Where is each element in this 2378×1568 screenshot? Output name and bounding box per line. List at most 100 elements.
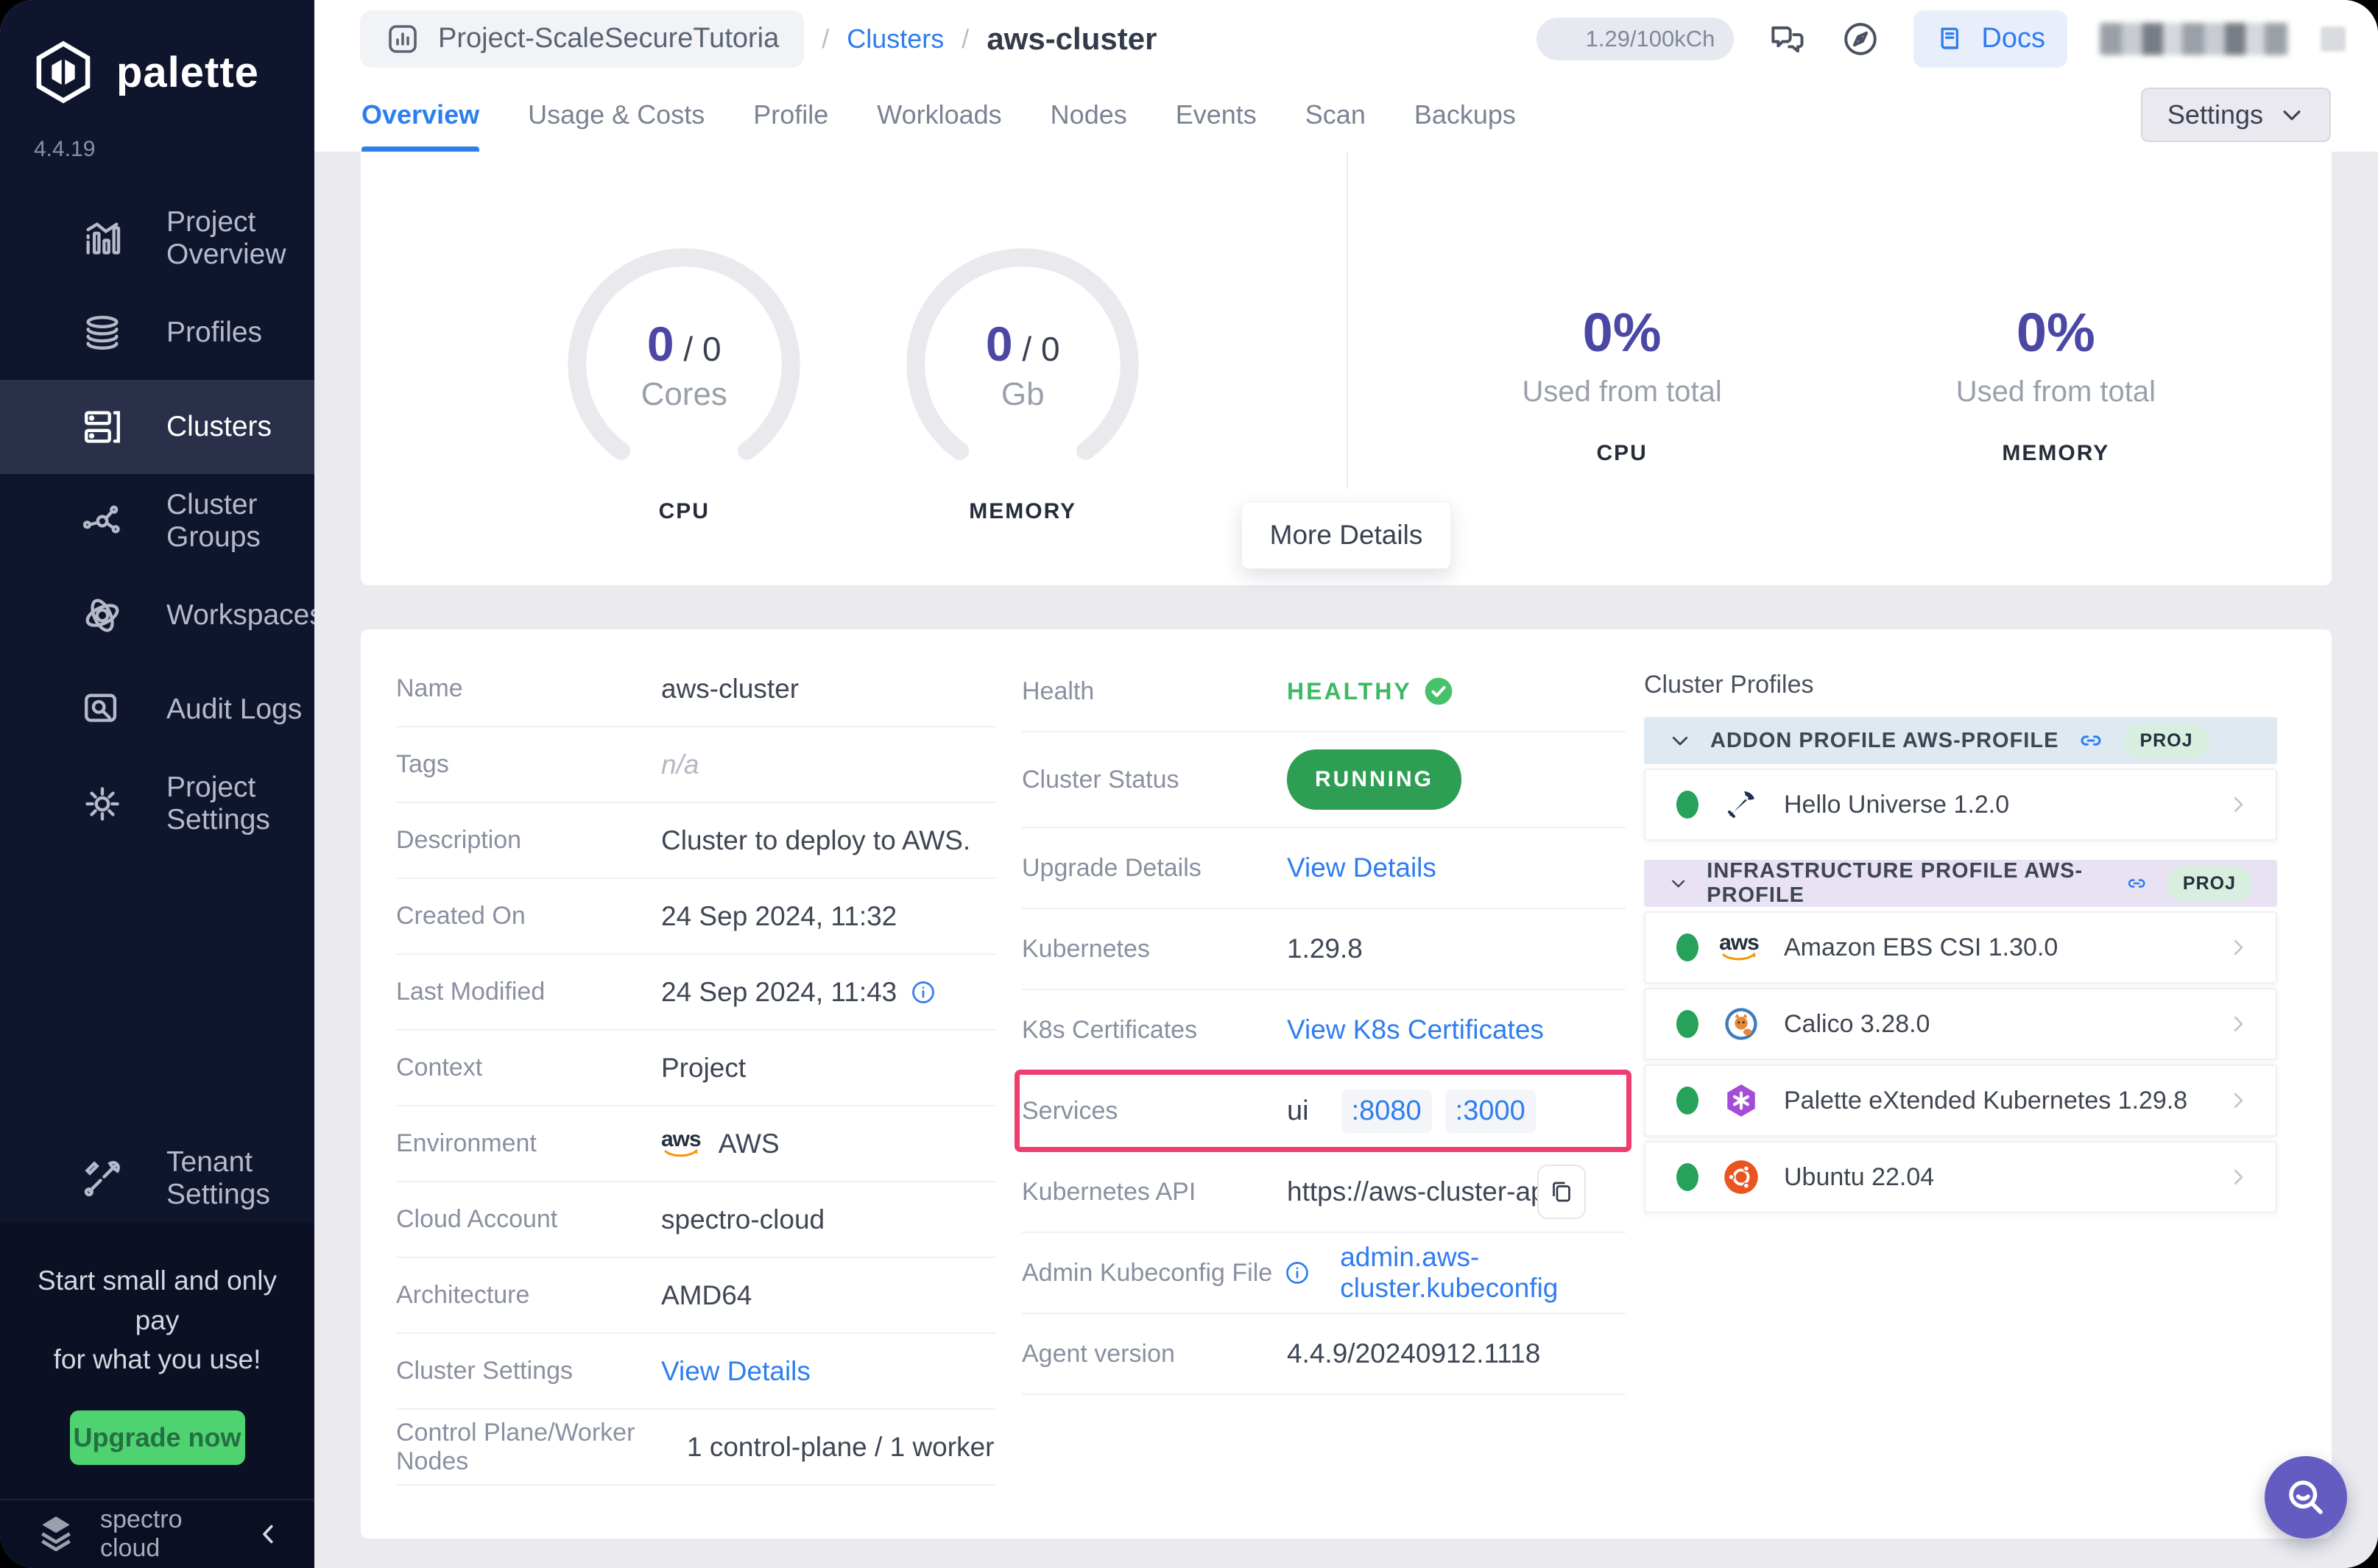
- chat-icon[interactable]: [1766, 18, 1807, 60]
- profile-item-palette-extended-kubernetes[interactable]: Palette eXtended Kubernetes 1.29.8: [1644, 1064, 2277, 1137]
- service-name: ui: [1287, 1095, 1309, 1126]
- sidebar-item-project-settings[interactable]: Project Settings: [0, 757, 314, 851]
- sidebar-item-label: Audit Logs: [166, 693, 303, 725]
- chevron-down-icon[interactable]: [1669, 872, 1687, 894]
- proj-badge: PROJ: [2123, 722, 2209, 759]
- info-icon[interactable]: [1284, 1260, 1310, 1286]
- detail-row-services: Services ui :8080 :3000: [1015, 1070, 1631, 1152]
- memory-usage-label: MEMORY: [2002, 440, 2110, 465]
- tab-workloads[interactable]: Workloads: [877, 77, 1001, 152]
- aws-logo-icon: aws: [1719, 927, 1762, 968]
- upgrade-view-details-link[interactable]: View Details: [1287, 852, 1436, 883]
- tab-overview[interactable]: Overview: [361, 77, 480, 152]
- sidebar-item-audit-logs[interactable]: Audit Logs: [0, 663, 314, 757]
- infrastructure-profile-header[interactable]: INFRASTRUCTURE PROFILE AWS-PROFILE PROJ: [1644, 859, 2277, 907]
- status-dot: [1676, 1163, 1698, 1191]
- sidebar: palette 4.4.19 Project Overview Profiles…: [0, 0, 324, 1568]
- user-name-redacted[interactable]: [2100, 22, 2288, 55]
- clusters-icon: [85, 411, 120, 443]
- sidebar-item-label: Tenant Settings: [166, 1146, 270, 1211]
- running-status-badge: RUNNING: [1287, 749, 1461, 810]
- profile-item-hello-universe[interactable]: Hello Universe 1.2.0: [1644, 769, 2277, 841]
- cpu-gauge: 0 / 0 Cores CPU: [562, 243, 805, 524]
- detail-row-name: Name aws-cluster: [396, 651, 996, 727]
- cpu-gauge-value: 0 / 0: [646, 316, 721, 371]
- memory-gauge-value: 0 / 0: [985, 316, 1060, 371]
- sidebar-item-label: Profiles: [166, 317, 263, 348]
- detail-row-kubernetes-api: Kubernetes API https://aws-cluster-apise…: [1022, 1152, 1626, 1233]
- detail-row-upgrade-details: Upgrade Details View Details: [1022, 828, 1626, 909]
- sidebar-item-tenant-settings[interactable]: Tenant Settings: [0, 1134, 314, 1223]
- tab-backups[interactable]: Backups: [1414, 77, 1516, 152]
- settings-button[interactable]: Settings: [2140, 87, 2331, 142]
- book-icon: [1941, 27, 1959, 49]
- sidebar-item-label: Workspaces: [166, 599, 324, 631]
- upgrade-now-button[interactable]: Upgrade now: [69, 1410, 245, 1465]
- detail-row-kubernetes: Kubernetes 1.29.8: [1022, 909, 1626, 990]
- compass-icon[interactable]: [1840, 18, 1881, 60]
- network-nodes-icon: [82, 505, 120, 534]
- chevron-down-icon[interactable]: [1669, 730, 1691, 752]
- profile-item-amazon-ebs-csi[interactable]: aws Amazon EBS CSI 1.30.0: [1644, 911, 2277, 983]
- kubernetes-api-url: https://aws-cluster-apiserve...: [1287, 1176, 1537, 1207]
- sidebar-item-clusters[interactable]: Clusters: [0, 380, 314, 474]
- layers-stack-icon: [86, 316, 119, 350]
- info-icon[interactable]: [910, 979, 936, 1006]
- help-search-fab[interactable]: [2265, 1456, 2347, 1539]
- sidebar-item-label: Clusters: [166, 411, 272, 442]
- kubeconfig-download-link[interactable]: admin.aws-cluster.kubeconfig: [1340, 1242, 1626, 1304]
- breadcrumb-clusters-link[interactable]: Clusters: [847, 24, 944, 54]
- detail-row-architecture: Architecture AMD64: [396, 1258, 996, 1334]
- more-details-button[interactable]: More Details: [1241, 501, 1452, 569]
- tab-nodes[interactable]: Nodes: [1051, 77, 1127, 152]
- usage-percent-section: 0% Used from total CPU 0% Used from tota…: [1347, 152, 2332, 585]
- tools-icon: [84, 1161, 120, 1197]
- main-area: Project-ScaleSecureTutoria / Clusters / …: [314, 0, 2378, 1568]
- memory-gauge-unit: Gb: [1001, 375, 1045, 412]
- cluster-profiles-title: Cluster Profiles: [1644, 671, 1814, 699]
- link-icon[interactable]: [2125, 870, 2148, 897]
- settings-label: Settings: [2167, 99, 2263, 130]
- detail-row-context: Context Project: [396, 1031, 996, 1106]
- memory-usage-subtitle: Used from total: [1955, 375, 2156, 408]
- tab-usage-costs[interactable]: Usage & Costs: [528, 77, 705, 152]
- chevron-right-icon: [2234, 939, 2243, 956]
- tab-scan[interactable]: Scan: [1305, 77, 1366, 152]
- collapse-sidebar-icon[interactable]: [255, 1521, 282, 1547]
- cluster-settings-view-details-link[interactable]: View Details: [661, 1356, 811, 1387]
- tab-events[interactable]: Events: [1176, 77, 1257, 152]
- sidebar-nav: Project Overview Profiles Clusters Clust…: [0, 191, 324, 851]
- sidebar-item-project-overview[interactable]: Project Overview: [0, 191, 314, 286]
- sidebar-item-cluster-groups[interactable]: Cluster Groups: [0, 474, 314, 568]
- calico-icon: [1721, 1003, 1762, 1045]
- user-menu-redacted[interactable]: [2321, 26, 2346, 52]
- profile-item-calico[interactable]: Calico 3.28.0: [1644, 988, 2277, 1060]
- detail-row-tags: Tags n/a: [396, 727, 996, 803]
- link-icon[interactable]: [2078, 727, 2104, 754]
- app-window: palette 4.4.19 Project Overview Profiles…: [0, 0, 2378, 1568]
- breadcrumb-separator: /: [962, 23, 970, 54]
- service-port-3000-link[interactable]: :3000: [1444, 1089, 1536, 1133]
- docs-button[interactable]: Docs: [1913, 10, 2067, 68]
- palette-logo-icon: [36, 40, 91, 104]
- usage-card: 0 / 0 Cores CPU 0 / 0 Gb MEMORY 0% Used …: [361, 152, 2332, 585]
- chevron-down-icon: [2283, 110, 2301, 120]
- pxk-hexagon-icon: [1721, 1080, 1762, 1121]
- cpu-usage-percent: 0%: [1582, 301, 1662, 363]
- sidebar-item-label: Cluster Groups: [166, 489, 261, 553]
- tab-profile[interactable]: Profile: [753, 77, 828, 152]
- sidebar-item-profiles[interactable]: Profiles: [0, 286, 314, 380]
- ubuntu-icon: [1721, 1156, 1762, 1198]
- profile-item-ubuntu[interactable]: Ubuntu 22.04: [1644, 1141, 2277, 1213]
- detail-row-last-modified: Last Modified 24 Sep 2024, 11:43: [396, 955, 996, 1031]
- overview-column: Name aws-cluster Tags n/a Description Cl…: [396, 651, 996, 1502]
- addon-profile-header[interactable]: ADDON PROFILE AWS-PROFILE PROJ: [1644, 717, 2277, 764]
- sidebar-item-workspaces[interactable]: Workspaces: [0, 568, 324, 663]
- breadcrumb-project-pill[interactable]: Project-ScaleSecureTutoria: [360, 10, 805, 68]
- detail-row-cloud-account: Cloud Account spectro-cloud: [396, 1182, 996, 1258]
- copy-api-url-button[interactable]: [1537, 1165, 1586, 1219]
- cpu-gauge-label: CPU: [658, 498, 710, 523]
- service-port-8080-link[interactable]: :8080: [1341, 1089, 1432, 1133]
- view-k8s-certificates-link[interactable]: View K8s Certificates: [1287, 1014, 1544, 1045]
